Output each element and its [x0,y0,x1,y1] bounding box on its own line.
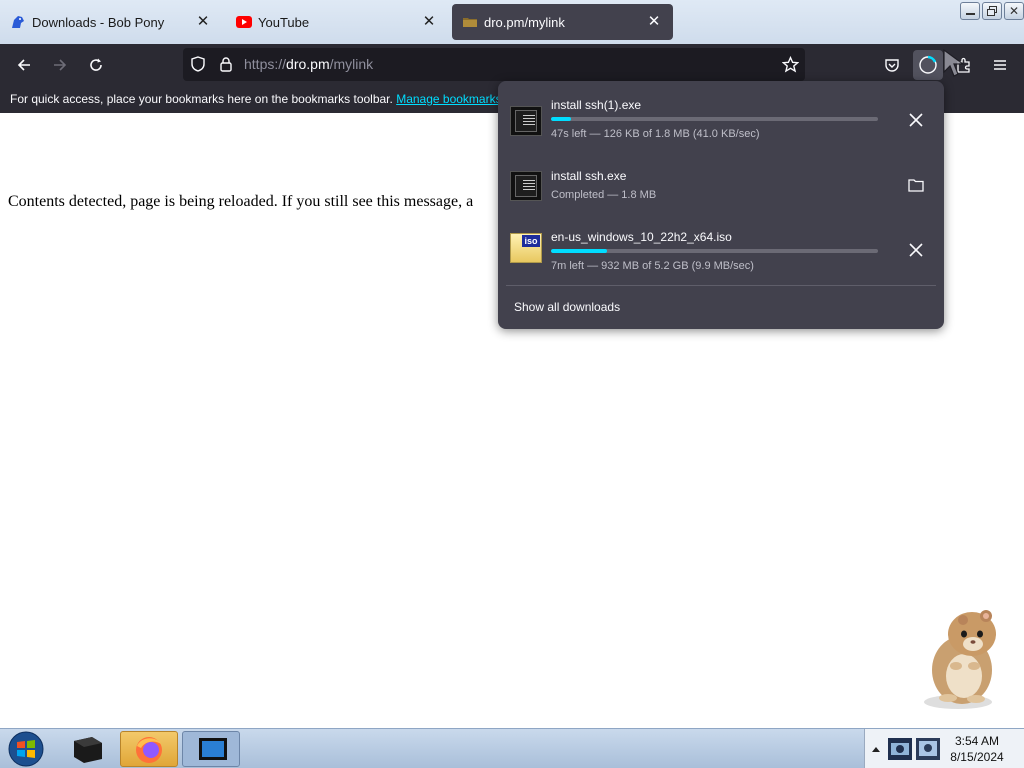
window-icon [199,738,227,760]
panel-divider [506,285,936,286]
page-message: Contents detected, page is being reloade… [8,193,474,210]
show-all-downloads-button[interactable]: Show all downloads [514,300,620,314]
download-item[interactable]: install ssh.exe Completed — 1.8 MB [498,157,944,217]
close-tab-icon[interactable]: ✕ [645,13,663,31]
show-in-folder-button[interactable] [904,173,928,197]
url-text[interactable]: https://dro.pm/mylink [244,56,373,72]
back-arrow-icon [17,59,30,71]
close-tab-icon[interactable]: ✕ [420,13,438,31]
window-controls: ✕ [960,2,1024,20]
downloads-button[interactable] [913,50,943,80]
lock-icon[interactable] [218,56,234,72]
cancel-download-button[interactable] [904,108,928,132]
hamburger-menu-icon [994,60,1006,70]
reload-button[interactable] [81,50,111,80]
manage-bookmarks-link[interactable]: Manage bookmarks... [396,92,511,106]
download-name: install ssh(1).exe [551,98,642,112]
back-button[interactable] [9,50,39,80]
start-button[interactable] [6,731,46,767]
download-status: 7m left — 932 MB of 5.2 GB (9.9 MB/sec) [551,260,754,272]
folder-icon [463,18,477,27]
download-name: install ssh.exe [551,169,627,183]
taskbar-app-firefox[interactable] [120,731,178,767]
taskbar: 3:54 AM 8/15/2024 [0,728,1024,768]
tab-title: YouTube [258,14,310,30]
tab-strip: Downloads - Bob Pony ✕ YouTube ✕ dro.pm/… [0,0,1024,44]
minimize-button[interactable] [960,2,980,20]
url-bar[interactable]: https://dro.pm/mylink [183,48,805,81]
tab-dro-pm-mylink[interactable]: dro.pm/mylink ✕ [452,4,673,40]
download-progress-bar [551,117,878,121]
close-icon [909,243,923,257]
download-item[interactable]: install ssh(1).exe 47s left — 126 KB of … [498,90,944,150]
restore-button[interactable] [982,2,1002,20]
clock-time: 3:54 AM [954,734,1000,748]
close-icon [909,113,923,127]
forward-arrow-icon [54,59,67,71]
hamster-image [924,610,996,709]
bobpony-icon [12,16,24,28]
menu-button[interactable] [985,50,1015,80]
shield-icon[interactable] [190,56,206,72]
taskbar-app-window[interactable] [182,731,240,767]
download-status: Completed — 1.8 MB [551,189,657,201]
download-progress-icon [919,55,937,74]
cancel-download-button[interactable] [904,238,928,262]
clock-date: 8/15/2024 [950,750,1004,764]
download-progress-bar [551,249,878,253]
iso-icon: iso [510,233,542,263]
close-window-button[interactable]: ✕ [1004,2,1024,20]
pocket-button[interactable] [877,50,907,80]
navigation-toolbar: https://dro.pm/mylink [0,44,1024,85]
tab-youtube[interactable]: YouTube ✕ [226,4,448,40]
url-scheme: https:// [244,56,287,72]
exe-icon [510,106,542,136]
system-tray: 3:54 AM 8/15/2024 [864,729,1024,768]
url-host: dro.pm [286,56,330,72]
taskbar-app-terminal[interactable] [58,731,116,767]
mouse-cursor-icon [943,48,965,77]
downloads-panel: install ssh(1).exe 47s left — 126 KB of … [498,81,944,329]
bookmark-star-icon[interactable] [782,56,799,73]
show-hidden-icons-chevron-icon[interactable] [871,745,881,753]
download-name: en-us_windows_10_22h2_x64.iso [551,230,732,244]
terminal-box-icon [74,737,102,763]
forward-button[interactable] [45,50,75,80]
firefox-icon [136,737,162,763]
folder-icon [908,179,924,192]
url-path: /mylink [329,56,374,72]
youtube-icon [236,16,252,28]
close-tab-icon[interactable]: ✕ [194,13,212,31]
tab-title: Downloads - Bob Pony [32,14,165,30]
tab-downloads-bob-pony[interactable]: Downloads - Bob Pony ✕ [0,4,222,40]
exe-icon [510,171,542,201]
bookmarks-hint: For quick access, place your bookmarks h… [10,92,393,106]
tray-app-icon[interactable] [887,735,913,763]
download-status: 47s left — 126 KB of 1.8 MB (41.0 KB/sec… [551,128,760,140]
tab-title: dro.pm/mylink [484,14,565,30]
download-item[interactable]: iso en-us_windows_10_22h2_x64.iso 7m lef… [498,220,944,280]
taskbar-clock[interactable]: 3:54 AM 8/15/2024 [945,733,1009,765]
reload-icon [90,58,102,71]
network-icon[interactable] [915,735,941,763]
pocket-icon [885,59,899,72]
